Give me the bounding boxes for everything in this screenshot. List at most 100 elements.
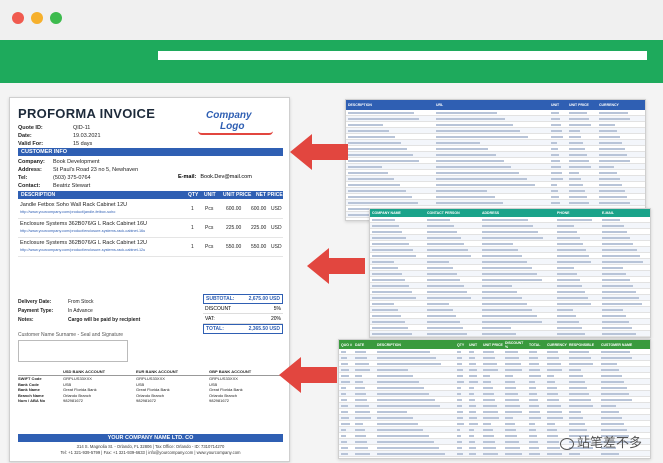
invoice-meta: Quote ID: QID-11 Date: 19.03.2021 Valid Fo… <box>18 124 101 148</box>
item-url[interactable]: http://www.yourcompany.com/product/enclo… <box>20 248 170 252</box>
footer-company: YOUR COMPANY NAME LTD. CO <box>18 434 283 442</box>
bank-value: Orlando Branch <box>63 392 92 398</box>
window-titlebar <box>0 0 663 40</box>
sheet3-col: DATE <box>355 342 365 347</box>
item-description: Enclosure Systems 362B076/G L Rack Cabin… <box>20 240 147 246</box>
terms-label: Payment Type: <box>18 307 54 314</box>
sheet1-header: DESCRIPTION URL UNIT UNIT PRICE CURRENCY <box>346 100 645 110</box>
arrow-left-icon <box>279 357 337 393</box>
bank-value: Great Florida Bank <box>63 387 97 393</box>
wechat-icon <box>560 437 574 450</box>
item-unit-price: 600.00 <box>226 206 242 212</box>
sheet2-col: PHONE <box>557 211 570 215</box>
total-value: 2,365.50 USD <box>248 326 280 332</box>
minimize-window-button[interactable] <box>31 12 43 24</box>
terms-label: Delivery Date: <box>18 298 52 305</box>
customer-info-header: CUSTOMER INFO <box>18 148 283 156</box>
sheet2-col: ADDRESS <box>482 211 500 215</box>
bank-row-label: Branch Name <box>18 392 44 398</box>
invoice-footer: YOUR COMPANY NAME LTD. CO 314 S. Magnoli… <box>18 434 283 455</box>
meta-label: Date: <box>18 133 32 139</box>
sheet3-col: CUSTOMER NAME <box>601 342 633 347</box>
customer-value: St Paul's Road 23 no 5, Newhaven <box>53 167 139 173</box>
sheet3-header: QUO # DATE DESCRIPTION QTY UNIT UNIT PRI… <box>339 340 650 349</box>
sheet-row[interactable] <box>339 457 650 458</box>
product-list-sheet[interactable]: DESCRIPTION URL UNIT UNIT PRICE CURRENCY <box>345 99 646 221</box>
bank-value: Orlando Branch <box>136 392 165 398</box>
col-qty: QTY <box>188 192 199 198</box>
item-currency: USD <box>271 206 282 212</box>
bank-value: USB <box>209 381 218 387</box>
item-description: Jandle Fetbox Soho Wall Rack Cabinet 12U <box>20 202 128 208</box>
item-unit-price: 550.00 <box>226 244 242 250</box>
customer-list-sheet[interactable]: COMPANY NAME CONTACT PERSON ADDRESS PHON… <box>369 208 651 338</box>
item-qty: 1 <box>191 244 194 250</box>
sheet-row[interactable] <box>370 337 650 338</box>
sheet3-col: CURRENCY <box>547 342 567 347</box>
invoice-title: PROFORMA INVOICE <box>18 106 156 121</box>
meta-label: Quote ID: <box>18 125 43 131</box>
item-currency: USD <box>271 244 282 250</box>
close-window-button[interactable] <box>12 12 24 24</box>
footer-address: 314 S. Magnolia St. - Orlando, FL 32806 … <box>76 444 225 449</box>
meta-value: 15 days <box>73 141 93 147</box>
item-description: Enclosure Systems 362B076/G L Rack Cabin… <box>20 221 147 227</box>
bank-value: GRPLUS33XXX <box>63 376 92 382</box>
bank-row-label: Bank Name <box>18 387 40 393</box>
footer-contact: Tel: +1 321-939-5799 | Fax: +1 321-939-6… <box>60 450 241 455</box>
customer-value: (503) 375-0764 <box>53 175 91 181</box>
sheet3-col: UNIT <box>469 342 478 347</box>
discount-value: 5% <box>273 305 281 312</box>
customer-value: Book Development <box>53 159 100 165</box>
maximize-window-button[interactable] <box>50 12 62 24</box>
sheet1-col: DESCRIPTION <box>348 103 372 107</box>
item-currency: USD <box>271 225 282 231</box>
item-unit-price: 225.00 <box>226 225 242 231</box>
bank-row-label: Num / ABA No <box>18 398 46 404</box>
sheet3-col: QUO # <box>341 342 352 347</box>
item-unit: Pcs <box>205 225 214 231</box>
sheet2-col: CONTACT PERSON <box>427 211 460 215</box>
customer-label: Tel: <box>18 175 28 181</box>
vat-value: 20% <box>270 315 281 322</box>
item-net: 550.00 <box>251 244 267 250</box>
header-placeholder-bar <box>158 51 647 60</box>
item-url[interactable]: http://www.yourcompany.com/product/enclo… <box>20 229 170 233</box>
subtotal-value: 2,675.00 USD <box>248 296 280 302</box>
item-url[interactable]: http://www.yourcompany.com/product/jandl… <box>20 210 170 214</box>
company-logo: Company Logo <box>198 110 278 136</box>
terms-value: From Stock <box>68 298 94 305</box>
sheet3-col: QTY <box>457 342 465 347</box>
customer-email: E-mail: Book.Dev@mail.com <box>178 174 252 180</box>
customer-label: Company: <box>18 159 45 165</box>
sheet2-col: E-MAIL <box>602 211 615 215</box>
invoice-terms: Delivery Date: From Stock Payment Type: In… <box>18 297 140 324</box>
bank-row-label: SWIFT Code <box>18 376 42 382</box>
watermark-text: 站笔差不多 <box>577 436 643 451</box>
sheet2-col: COMPANY NAME <box>372 211 401 215</box>
sheet1-col: UNIT <box>551 103 560 107</box>
bank-value: GRPLUS33XXX <box>136 376 165 382</box>
invoice-totals: SUBTOTAL: 2,675.00 USD DISCOUNT 5% VAT: 20%… <box>203 294 283 334</box>
sheet3-col: RESPONSIBLE <box>569 342 595 347</box>
col-unit-price: UNIT PRICE <box>223 192 252 198</box>
signature-box[interactable] <box>18 340 128 362</box>
bank-header-gbp: GBP BANK ACCOUNT <box>209 369 252 374</box>
sheet3-col: DESCRIPTION <box>377 342 401 347</box>
terms-value: In Advance <box>68 307 93 314</box>
col-description: DESCRIPTION <box>21 192 56 198</box>
bank-value: Orlando Branch <box>209 392 238 398</box>
col-net-price: NET PRICE <box>256 192 283 198</box>
email-value: Book.Dev@mail.com <box>200 174 252 180</box>
bank-value: Great Florida Bank <box>136 387 170 393</box>
sheet1-col: CURRENCY <box>599 103 619 107</box>
watermark: 站笔差不多 <box>560 432 642 451</box>
terms-value: Cargo will be paid by recipient <box>68 316 141 323</box>
item-unit: Pcs <box>205 206 214 212</box>
item-unit: Pcs <box>205 244 214 250</box>
sheet1-rows <box>346 110 645 220</box>
invoice-line-item: Jandle Fetbox Soho Wall Rack Cabinet 12U… <box>18 201 283 219</box>
vat-label: VAT: <box>205 315 215 322</box>
items-table-header: DESCRIPTION QTY UNIT UNIT PRICE NET PRIC… <box>18 191 283 199</box>
col-unit: UNIT <box>204 192 216 198</box>
